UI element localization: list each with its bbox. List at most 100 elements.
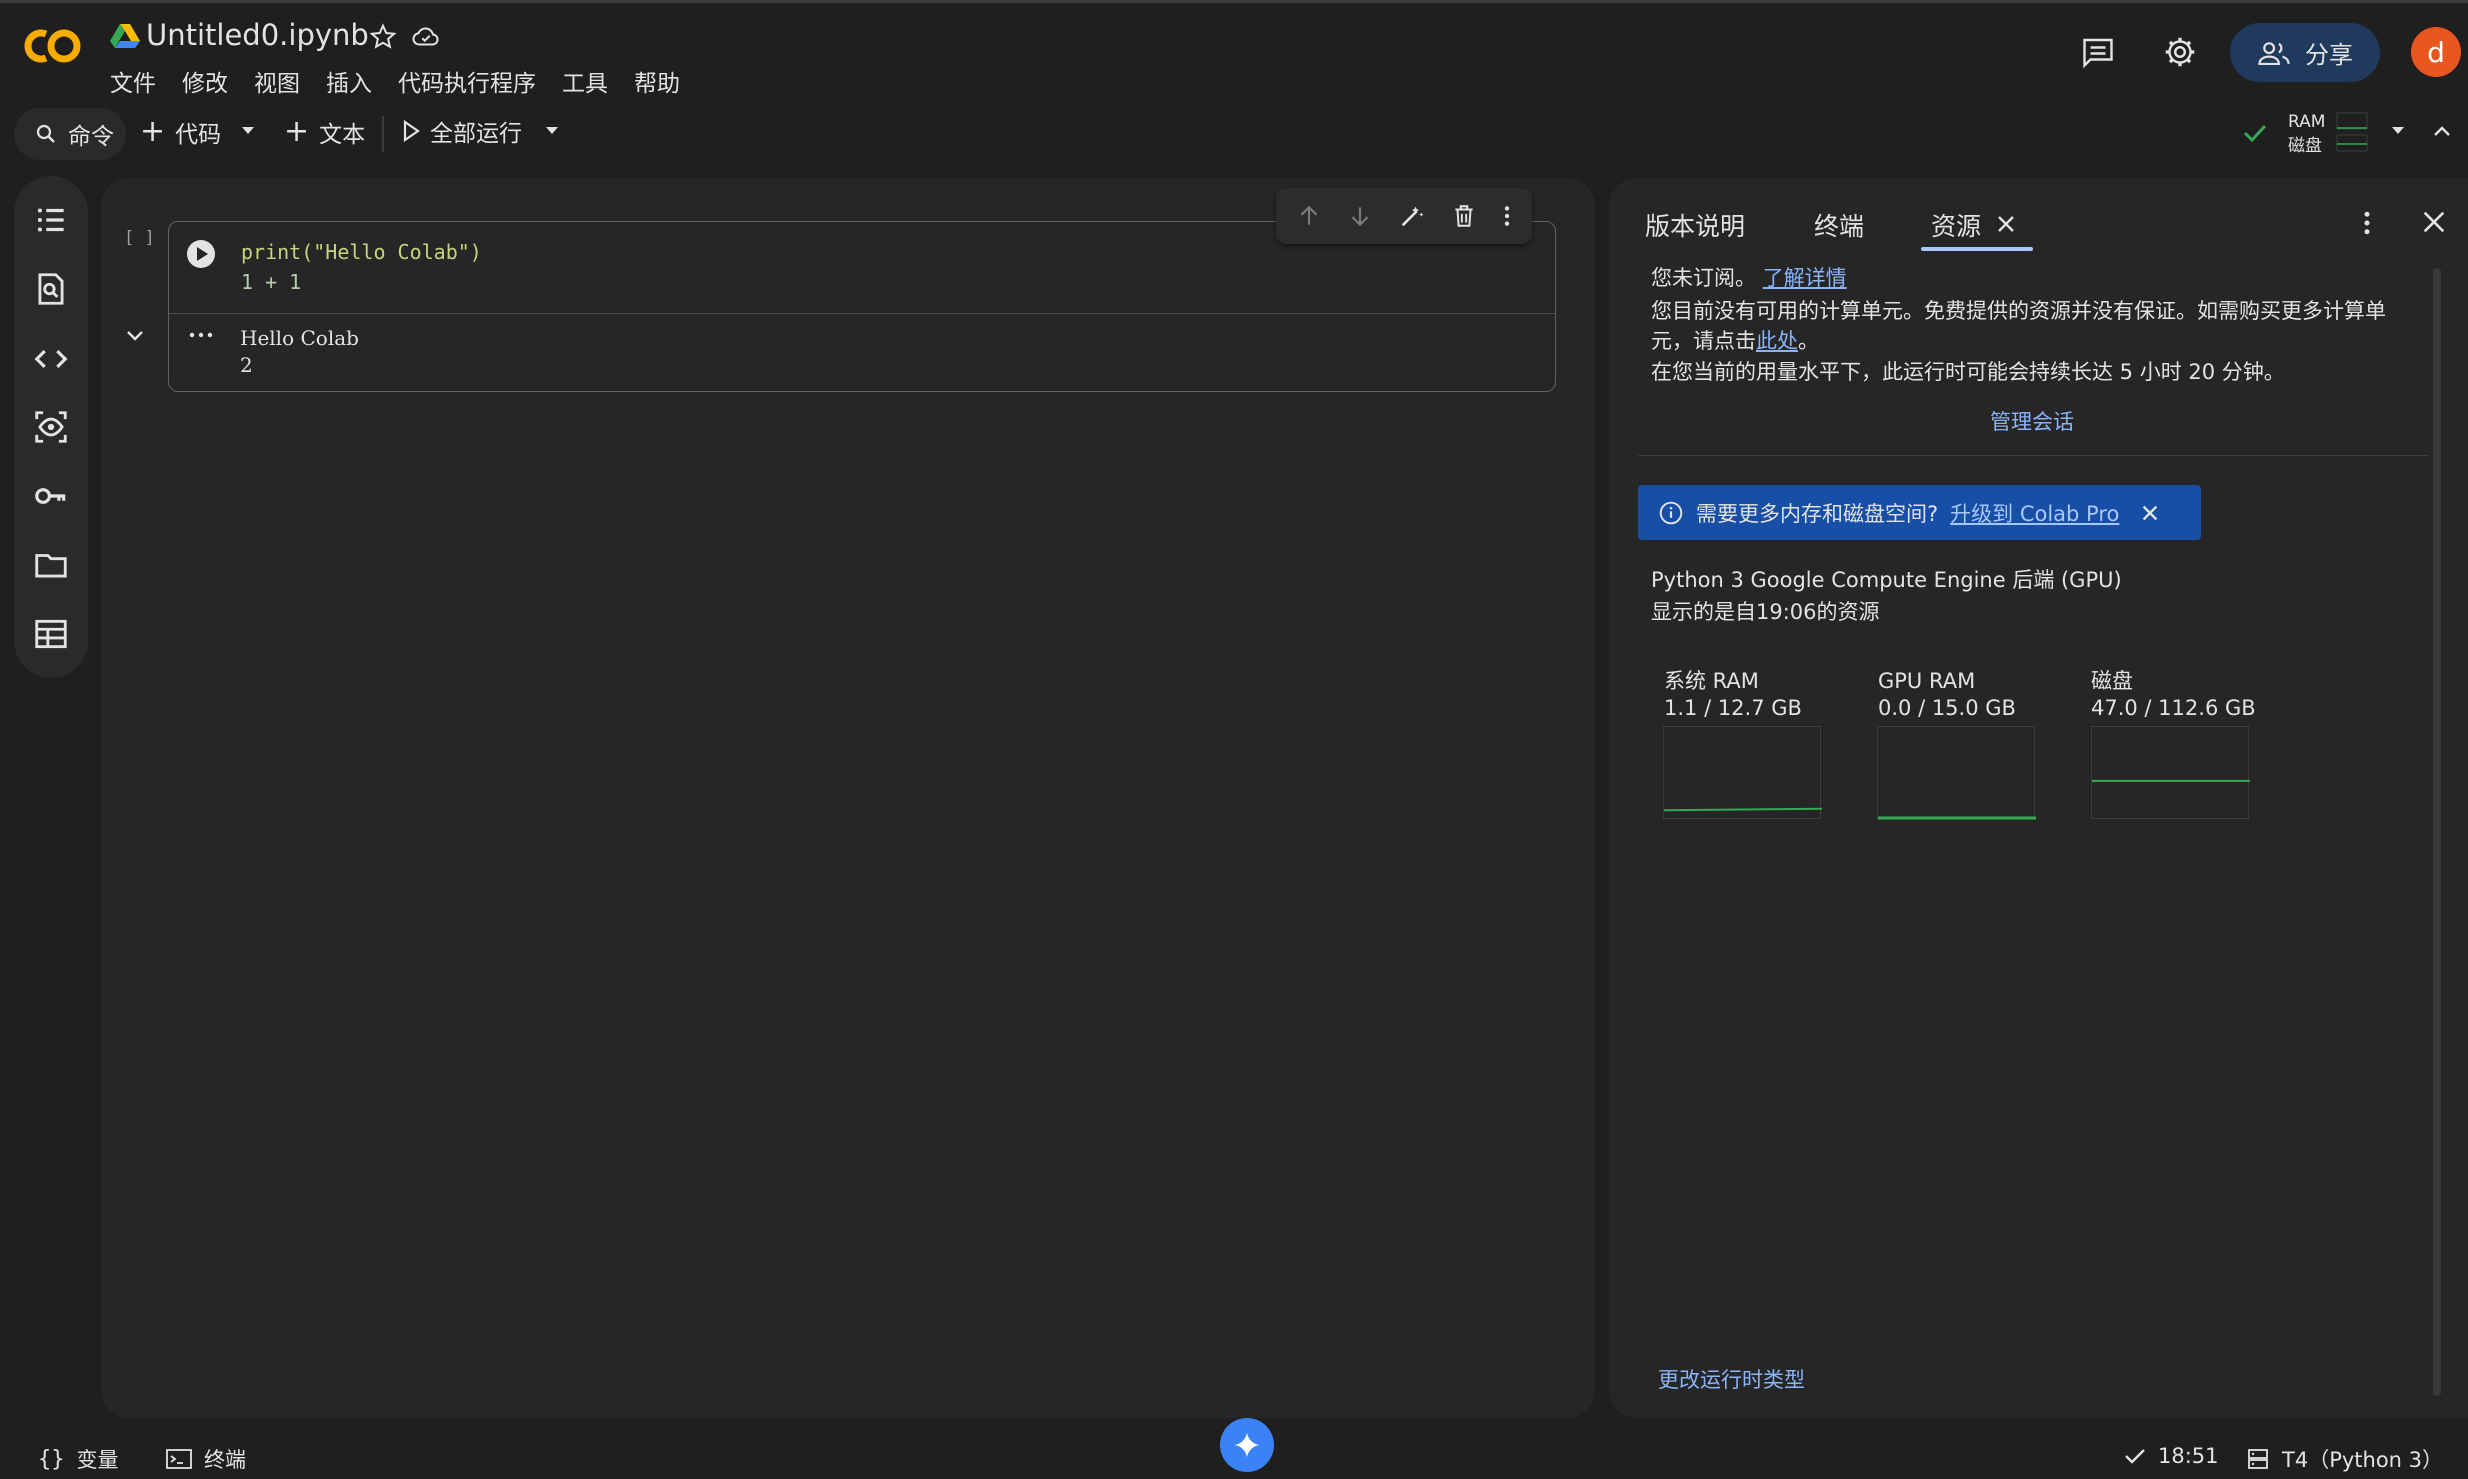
variable-inspector-eye-icon[interactable] [32, 408, 70, 446]
output-divider [169, 313, 1555, 314]
avatar[interactable]: d [2411, 27, 2461, 77]
info-icon [1658, 500, 1684, 526]
move-cell-up-icon[interactable] [1296, 203, 1322, 229]
output-line: 2 [240, 353, 253, 377]
code-line-text: 1 + 1 [241, 270, 302, 294]
chevron-down-icon[interactable] [2390, 126, 2406, 136]
resource-value: 1.1 / 12.7 GB [1664, 696, 1802, 720]
not-subscribed-text: 您未订阅。 [1651, 266, 1756, 290]
menu-file[interactable]: 文件 [110, 64, 156, 98]
upgrade-colab-pro-link[interactable]: 升级到 Colab Pro [1950, 498, 2119, 528]
runtime-estimate: 在您当前的用量水平下，此运行时可能会持续长达 5 小时 20 分钟。 [1651, 360, 2285, 384]
ram-disk-label[interactable]: RAM 磁盘 [2288, 110, 2325, 158]
table-of-contents-icon[interactable] [32, 201, 70, 239]
code-line[interactable]: 1 + 1 [241, 270, 301, 294]
collapse-output-chevron-icon[interactable] [124, 328, 146, 344]
learn-more-link[interactable]: 了解详情 [1763, 266, 1847, 290]
close-panel-icon[interactable] [2420, 208, 2448, 236]
check-icon [2124, 1447, 2146, 1465]
terminal-button[interactable]: 终端 [166, 1444, 246, 1474]
runtime-label: T4（Python 3） [2282, 1448, 2444, 1472]
gpu-ram-stat: GPU RAM 0.0 / 15.0 GB [1878, 668, 2016, 722]
share-button[interactable]: 分享 [2230, 23, 2380, 82]
backend-info: Python 3 Google Compute Engine 后端 (GPU) [1651, 568, 2122, 592]
folder-icon[interactable] [32, 546, 70, 584]
notebook-title[interactable]: Untitled0.ipynb [146, 18, 369, 52]
terminal-icon [166, 1448, 192, 1470]
comment-icon[interactable] [2080, 34, 2116, 70]
settings-gear-icon[interactable] [2162, 34, 2198, 70]
menu-runtime[interactable]: 代码执行程序 [398, 64, 536, 98]
upgrade-banner: 需要更多内存和磁盘空间? 升级到 Colab Pro [1638, 485, 2201, 540]
here-link[interactable]: 此处 [1756, 329, 1798, 353]
terminal-label: 终端 [204, 1448, 246, 1472]
menu-tools[interactable]: 工具 [562, 64, 608, 98]
toolbar [0, 104, 2468, 166]
runtime-status[interactable]: T4（Python 3） [2246, 1444, 2443, 1474]
ram-label: RAM [2288, 112, 2326, 132]
cell-toolbar [1276, 188, 1532, 244]
command-palette-button[interactable]: 命令 [14, 108, 126, 160]
resources-since: 显示的是自19:06的资源 [1651, 600, 1880, 624]
panel-scrollbar[interactable] [2433, 268, 2441, 1396]
output-actions-icon[interactable] [188, 328, 214, 342]
plus-icon: + [284, 114, 310, 149]
menu-bar: 文件 修改 视图 插入 代码执行程序 工具 帮助 [110, 64, 680, 98]
chevron-up-icon[interactable] [2432, 124, 2452, 138]
add-code-button[interactable]: + 代码 [140, 114, 221, 149]
execution-time-status[interactable]: 18:51 [2124, 1444, 2219, 1468]
search-icon [34, 122, 58, 146]
banner-text: 需要更多内存和磁盘空间? [1696, 501, 1939, 526]
run-all-label: 全部运行 [430, 121, 522, 147]
run-cell-button[interactable] [185, 238, 217, 270]
change-runtime-type-link[interactable]: 更改运行时类型 [1658, 1364, 1805, 1394]
people-icon [2257, 39, 2291, 67]
time-label: 18:51 [2158, 1444, 2219, 1468]
usage-line [1664, 807, 1822, 812]
resource-name: 系统 RAM [1664, 669, 1759, 693]
data-table-icon[interactable] [32, 615, 70, 653]
close-banner-icon[interactable] [2139, 502, 2161, 524]
tab-release-notes[interactable]: 版本说明 [1645, 207, 1745, 243]
resource-value: 0.0 / 15.0 GB [1878, 696, 2016, 720]
plus-icon: + [140, 114, 166, 149]
menu-edit[interactable]: 修改 [182, 64, 228, 98]
more-vert-icon[interactable] [2360, 208, 2374, 238]
system-ram-graph [1663, 726, 1822, 819]
chevron-down-icon[interactable] [544, 126, 560, 136]
edit-magic-wand-icon[interactable] [1398, 202, 1426, 230]
star-icon[interactable] [368, 22, 398, 52]
variables-button[interactable]: {} 变量 [38, 1444, 119, 1474]
menu-insert[interactable]: 插入 [326, 64, 372, 98]
more-vert-icon[interactable] [1502, 203, 1512, 229]
server-icon [2246, 1447, 2270, 1471]
delete-cell-icon[interactable] [1451, 203, 1477, 229]
code-snippets-icon[interactable] [32, 340, 70, 378]
cloud-saved-icon[interactable] [410, 22, 442, 52]
resource-value: 47.0 / 112.6 GB [2091, 696, 2256, 720]
subscription-status: 您未订阅。 了解详情 [1651, 263, 1847, 293]
tab-terminal[interactable]: 终端 [1814, 207, 1864, 243]
braces-icon: {} [38, 1446, 65, 1472]
manage-sessions-link[interactable]: 管理会话 [1990, 406, 2074, 436]
period-text: 。 [1798, 329, 1819, 353]
secrets-key-icon[interactable] [32, 477, 70, 515]
close-tab-icon[interactable] [1994, 212, 2018, 236]
chevron-down-icon[interactable] [240, 126, 256, 136]
gemini-sparkle-button[interactable] [1220, 1418, 1274, 1472]
gpu-ram-graph [1877, 726, 2036, 820]
google-drive-icon [110, 22, 140, 50]
move-cell-down-icon[interactable] [1347, 203, 1373, 229]
colab-logo-icon[interactable] [20, 26, 86, 66]
tab-resources[interactable]: 资源 [1931, 207, 1981, 243]
add-text-button[interactable]: + 文本 [284, 114, 365, 149]
execution-count: [ ] [124, 228, 155, 248]
menu-view[interactable]: 视图 [254, 64, 300, 98]
run-all-button[interactable]: 全部运行 [402, 114, 522, 148]
menu-help[interactable]: 帮助 [634, 64, 680, 98]
code-label: 代码 [175, 121, 222, 148]
resource-mini-bars[interactable] [2336, 111, 2368, 153]
code-line[interactable]: print("Hello Colab") [241, 240, 482, 264]
disk-stat: 磁盘 47.0 / 112.6 GB [2091, 668, 2256, 722]
find-in-page-icon[interactable] [32, 270, 70, 308]
